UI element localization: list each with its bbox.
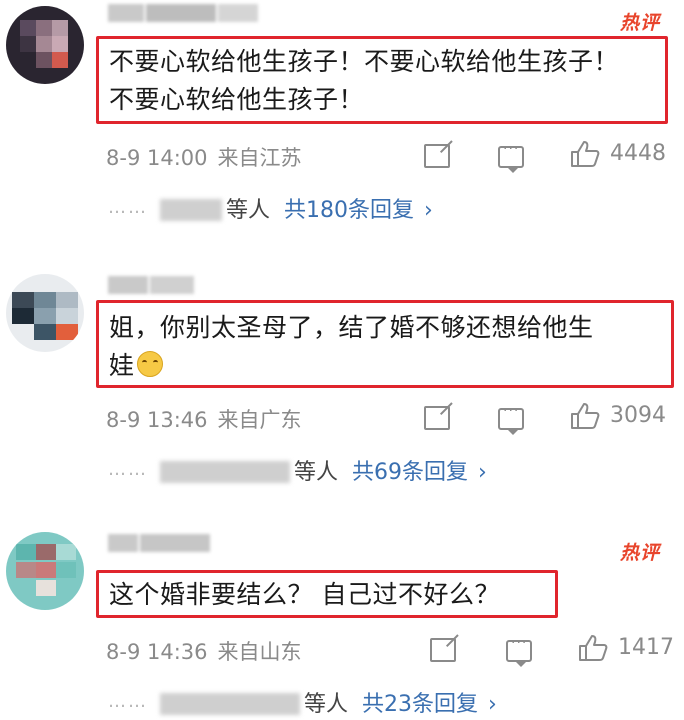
- reply-users-blurred: [160, 199, 222, 221]
- reply-users-suffix: 等人: [294, 460, 339, 485]
- avatar[interactable]: [6, 6, 84, 84]
- comment-text-highlight: 不要心软给他生孩子！不要心软给他生孩子！ 不要心软给他生孩子！: [96, 36, 668, 124]
- comment-icon[interactable]: [498, 141, 524, 173]
- comment-2: 姐，你别太圣母了，结了婚不够还想给他生 娃 8-9 13:46 来自广东 3094…: [0, 262, 684, 502]
- reply-dots: ……: [108, 691, 148, 712]
- comment-text-line: 娃: [109, 347, 671, 385]
- comment-icon[interactable]: [506, 635, 532, 667]
- comment-text-line: 姐，你别太圣母了，结了婚不够还想给他生: [109, 313, 594, 342]
- hot-comment-badge: 热评: [619, 12, 660, 34]
- reply-count-link[interactable]: 共69条回复: [352, 460, 468, 485]
- replies-row[interactable]: …… 等人 共23条回复 ›: [108, 686, 497, 718]
- comment-1: 热评 不要心软给他生孩子！不要心软给他生孩子！ 不要心软给他生孩子！ 8-9 1…: [0, 0, 684, 240]
- like-icon[interactable]: [570, 140, 600, 168]
- comment-text-line: 不要心软给他生孩子！不要心软给他生孩子！: [109, 47, 620, 76]
- comment-text-highlight: 姐，你别太圣母了，结了婚不够还想给他生 娃: [96, 300, 674, 388]
- like-count: 4448: [610, 141, 666, 166]
- reply-users-blurred: [160, 461, 290, 483]
- replies-row[interactable]: …… 等人 共180条回复 ›: [108, 192, 433, 224]
- share-icon[interactable]: [424, 144, 450, 168]
- chevron-right-icon[interactable]: ›: [478, 460, 487, 485]
- reply-dots: ……: [108, 459, 148, 480]
- like-icon[interactable]: [570, 402, 600, 430]
- chevron-right-icon[interactable]: ›: [424, 198, 433, 223]
- username-blurred[interactable]: [108, 276, 196, 296]
- like-count: 3094: [610, 403, 666, 428]
- replies-row[interactable]: …… 等人 共69条回复 ›: [108, 454, 487, 486]
- comment-text-highlight: 这个婚非要结么？ 自己过不好么？: [96, 570, 558, 618]
- comment-date: 8-9 13:46: [106, 408, 208, 432]
- like-icon[interactable]: [578, 634, 608, 662]
- comment-icon[interactable]: [498, 403, 524, 435]
- username-blurred[interactable]: [108, 4, 260, 24]
- avatar[interactable]: [6, 532, 84, 610]
- reply-count-link[interactable]: 共180条回复: [284, 198, 414, 223]
- comment-text-line-end: 娃: [109, 351, 135, 380]
- comment-location: 来自广东: [217, 408, 302, 432]
- reply-users-suffix: 等人: [226, 198, 271, 223]
- comment-date: 8-9 14:36: [106, 640, 208, 664]
- comment-text-line: 这个婚非要结么？ 自己过不好么？: [109, 580, 500, 609]
- comment-date: 8-9 14:00: [106, 146, 208, 170]
- comment-meta: 8-9 13:46 来自广东: [106, 404, 302, 434]
- comment-3: 热评 这个婚非要结么？ 自己过不好么？ 8-9 14:36 来自山东 1417 ……: [0, 520, 684, 720]
- share-icon[interactable]: [424, 406, 450, 430]
- chevron-right-icon[interactable]: ›: [488, 692, 497, 717]
- like-count: 1417: [618, 635, 674, 660]
- comment-meta: 8-9 14:36 来自山东: [106, 636, 302, 666]
- avatar[interactable]: [6, 274, 84, 352]
- laughing-crying-emoji: [136, 351, 163, 377]
- reply-users-blurred: [160, 693, 300, 715]
- comment-location: 来自江苏: [217, 146, 302, 170]
- reply-dots: ……: [108, 197, 148, 218]
- hot-comment-badge: 热评: [619, 542, 660, 564]
- share-icon[interactable]: [430, 638, 456, 662]
- reply-users-suffix: 等人: [304, 692, 349, 717]
- reply-count-link[interactable]: 共23条回复: [362, 692, 478, 717]
- username-blurred[interactable]: [108, 534, 212, 554]
- comment-location: 来自山东: [217, 640, 302, 664]
- comment-meta: 8-9 14:00 来自江苏: [106, 142, 302, 172]
- comment-text-line: 不要心软给他生孩子！: [109, 85, 365, 114]
